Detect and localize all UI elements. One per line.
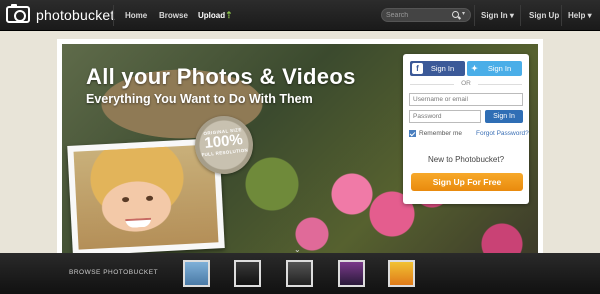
search-icon[interactable] bbox=[452, 11, 459, 18]
logo-text: photobucket bbox=[36, 6, 115, 23]
nav-help-label: Help bbox=[568, 11, 586, 20]
browse-photobucket-label: BROWSE PHOTOBUCKET bbox=[69, 269, 159, 276]
nav-home[interactable]: Home bbox=[125, 0, 147, 31]
search-box[interactable]: ▾ bbox=[381, 8, 471, 22]
nav-upload-label: Upload bbox=[198, 11, 226, 20]
upload-arrow-icon: ⇡ bbox=[225, 10, 233, 20]
nav-browse[interactable]: Browse bbox=[159, 0, 188, 31]
browse-thumbnail[interactable] bbox=[183, 260, 210, 287]
nav-signin-label: Sign In bbox=[481, 11, 508, 20]
password-field[interactable] bbox=[409, 110, 481, 123]
nav-signup[interactable]: Sign Up bbox=[529, 0, 559, 31]
remember-me[interactable]: Remember me bbox=[409, 130, 462, 137]
nav-help[interactable]: Help ▾ bbox=[568, 0, 592, 31]
nav-divider bbox=[474, 5, 475, 26]
hero-title: All your Photos & Videos bbox=[86, 64, 356, 89]
facebook-signin-button[interactable]: f Sign In bbox=[410, 61, 465, 76]
facebook-signin-label: Sign In bbox=[430, 64, 455, 73]
chevron-down-icon: ▾ bbox=[587, 11, 592, 20]
photo-detail bbox=[125, 217, 152, 229]
forgot-password-link[interactable]: Forgot Password? bbox=[476, 130, 529, 137]
twitter-signin-button[interactable]: ✦ Sign In bbox=[467, 61, 522, 76]
twitter-signin-label: Sign In bbox=[487, 64, 512, 73]
or-divider: OR bbox=[403, 80, 529, 87]
signup-free-button[interactable]: Sign Up For Free bbox=[411, 173, 523, 191]
remember-me-label: Remember me bbox=[419, 130, 462, 137]
nav-upload[interactable]: Upload⇡ bbox=[198, 0, 233, 31]
facebook-icon: f bbox=[412, 63, 423, 74]
search-input[interactable] bbox=[386, 10, 452, 21]
remember-me-checkbox[interactable] bbox=[409, 130, 416, 137]
hero-frame: All your Photos & Videos Everything You … bbox=[57, 39, 543, 256]
chevron-down-icon: ▾ bbox=[509, 11, 514, 20]
signin-button[interactable]: Sign In bbox=[485, 110, 523, 123]
top-navigation-bar: photobucket Home Browse Upload⇡ ▾ Sign I… bbox=[0, 0, 600, 31]
nav-divider bbox=[561, 5, 562, 26]
username-field[interactable] bbox=[409, 93, 523, 106]
child-photo bbox=[73, 144, 219, 250]
camera-icon bbox=[6, 4, 30, 23]
hero-banner: All your Photos & Videos Everything You … bbox=[62, 44, 538, 256]
browse-thumbnail[interactable] bbox=[286, 260, 313, 287]
browse-thumbnail[interactable] bbox=[338, 260, 365, 287]
nav-divider bbox=[520, 5, 521, 26]
browse-strip: BROWSE PHOTOBUCKET bbox=[0, 253, 600, 294]
twitter-bird-icon: ✦ bbox=[471, 64, 478, 73]
nav-divider bbox=[113, 5, 114, 26]
hero-subtitle: Everything You Want to Do With Them bbox=[86, 92, 313, 106]
browse-thumbnail[interactable] bbox=[234, 260, 261, 287]
photo-detail bbox=[121, 196, 130, 203]
photobucket-logo[interactable]: photobucket bbox=[6, 4, 115, 23]
signin-panel: f Sign In ✦ Sign In OR Sign In Remember … bbox=[403, 54, 529, 204]
photo-detail bbox=[145, 195, 154, 201]
new-to-photobucket: New to Photobucket? bbox=[427, 155, 505, 164]
chevron-down-icon[interactable]: ▾ bbox=[462, 10, 465, 17]
browse-thumbnail[interactable] bbox=[388, 260, 415, 287]
nav-signin[interactable]: Sign In ▾ bbox=[481, 0, 514, 31]
